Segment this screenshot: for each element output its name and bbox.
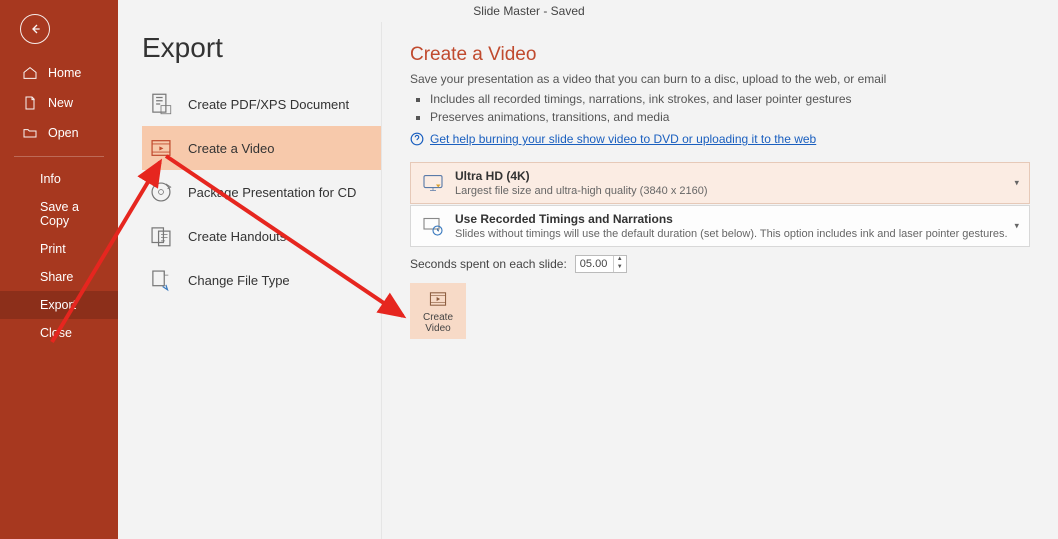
bullet-item: Includes all recorded timings, narration… <box>430 90 1030 108</box>
export-detail-column: Create a Video Save your presentation as… <box>382 22 1058 539</box>
create-video-button[interactable]: Create Video <box>410 283 466 339</box>
help-icon <box>410 132 424 146</box>
help-row: Get help burning your slide show video t… <box>410 132 1030 146</box>
dropdown-text: Use Recorded Timings and Narrations Slid… <box>455 212 1008 240</box>
detail-bullets: Includes all recorded timings, narration… <box>430 90 1030 126</box>
sidebar-item-home[interactable]: Home <box>0 58 118 88</box>
export-option-video[interactable]: Create a Video <box>142 126 381 170</box>
sidebar-label: Save a Copy <box>40 200 104 228</box>
export-option-pdf[interactable]: Create PDF/XPS Document <box>142 82 381 126</box>
sidebar-item-print[interactable]: Print <box>0 235 118 263</box>
sidebar-item-open[interactable]: Open <box>0 118 118 148</box>
pdf-icon <box>148 91 174 117</box>
sidebar-item-share[interactable]: Share <box>0 263 118 291</box>
sidebar-label: Print <box>40 242 66 256</box>
video-icon <box>148 135 174 161</box>
sidebar-label: Export <box>40 298 76 312</box>
seconds-spinner[interactable]: 05.00 ▲ ▼ <box>575 255 627 273</box>
seconds-value: 05.00 <box>576 256 613 272</box>
export-option-label: Change File Type <box>188 273 290 288</box>
sidebar-label: Share <box>40 270 73 284</box>
page-title: Export <box>142 32 381 64</box>
title-bar: Slide Master - Saved <box>0 0 1058 22</box>
sidebar-label: Open <box>48 126 79 140</box>
chevron-down-icon: ▾ <box>1014 221 1019 232</box>
home-icon <box>22 65 38 81</box>
handouts-icon <box>148 223 174 249</box>
dropdown-text: Ultra HD (4K) Largest file size and ultr… <box>455 169 708 197</box>
monitor-icon <box>421 171 445 195</box>
sidebar-item-close[interactable]: Close <box>0 319 118 347</box>
chevron-down-icon: ▾ <box>1014 178 1019 189</box>
sidebar-label: Info <box>40 172 61 186</box>
export-option-label: Create Handouts <box>188 229 286 244</box>
main-content: Export Create PDF/XPS Document Create a … <box>118 22 1058 539</box>
backstage-sidebar: Home New Open Info Save a Copy Print Sha… <box>0 0 118 539</box>
open-icon <box>22 125 38 141</box>
export-option-package[interactable]: Package Presentation for CD <box>142 170 381 214</box>
timing-sub: Slides without timings will use the defa… <box>455 228 1008 240</box>
timings-dropdown[interactable]: Use Recorded Timings and Narrations Slid… <box>410 205 1030 247</box>
create-video-label: Create Video <box>410 312 466 334</box>
new-icon <box>22 95 38 111</box>
sidebar-label: Close <box>40 326 72 340</box>
export-option-label: Create a Video <box>188 141 275 156</box>
timing-title: Use Recorded Timings and Narrations <box>455 212 1008 226</box>
seconds-label: Seconds spent on each slide: <box>410 257 567 271</box>
export-option-label: Create PDF/XPS Document <box>188 97 349 112</box>
sidebar-item-new[interactable]: New <box>0 88 118 118</box>
sidebar-label: New <box>48 96 73 110</box>
export-options-column: Export Create PDF/XPS Document Create a … <box>118 22 382 539</box>
sidebar-item-save-copy[interactable]: Save a Copy <box>0 193 118 235</box>
sidebar-item-export[interactable]: Export <box>0 291 118 319</box>
change-type-icon <box>148 267 174 293</box>
spinner-up[interactable]: ▲ <box>614 256 626 264</box>
export-option-label: Package Presentation for CD <box>188 185 356 200</box>
arrow-left-icon <box>27 21 43 37</box>
sidebar-separator <box>14 156 104 157</box>
create-video-icon <box>427 288 449 310</box>
sidebar-label: Home <box>48 66 81 80</box>
quality-sub: Largest file size and ultra-high quality… <box>455 185 708 197</box>
bullet-item: Preserves animations, transitions, and m… <box>430 108 1030 126</box>
export-option-change-type[interactable]: Change File Type <box>142 258 381 302</box>
sidebar-item-info[interactable]: Info <box>0 165 118 193</box>
spinner-buttons: ▲ ▼ <box>613 256 626 272</box>
export-option-handouts[interactable]: Create Handouts <box>142 214 381 258</box>
seconds-row: Seconds spent on each slide: 05.00 ▲ ▼ <box>410 255 1030 273</box>
timings-icon <box>421 214 445 238</box>
quality-title: Ultra HD (4K) <box>455 169 708 183</box>
detail-heading: Create a Video <box>410 44 1030 66</box>
quality-dropdown[interactable]: Ultra HD (4K) Largest file size and ultr… <box>410 162 1030 204</box>
cd-icon <box>148 179 174 205</box>
spinner-down[interactable]: ▼ <box>614 264 626 272</box>
detail-intro: Save your presentation as a video that y… <box>410 72 1030 86</box>
help-link[interactable]: Get help burning your slide show video t… <box>430 132 816 146</box>
back-button[interactable] <box>20 14 50 44</box>
